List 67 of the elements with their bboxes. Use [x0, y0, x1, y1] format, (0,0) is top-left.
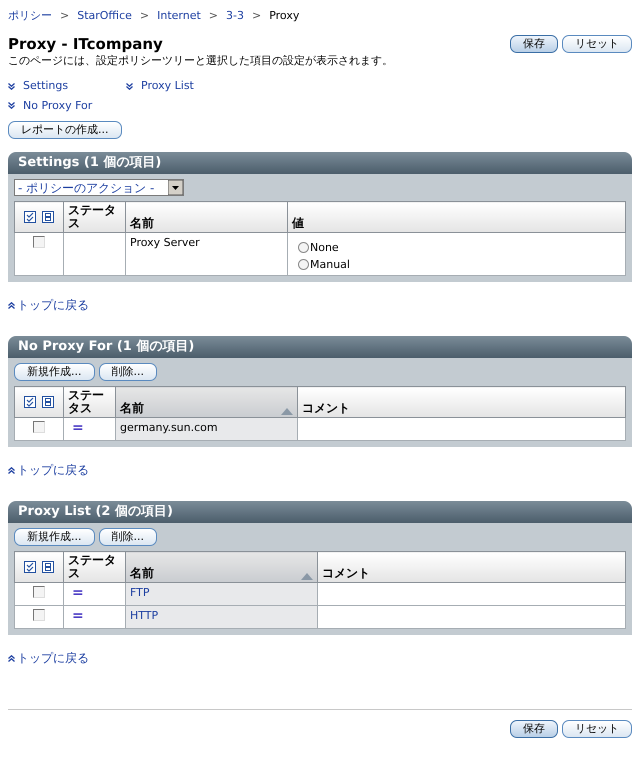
back-to-top-link[interactable]: トップに戻る — [17, 461, 89, 479]
deselect-all-icon[interactable] — [42, 561, 54, 573]
name-link[interactable]: FTP — [130, 586, 150, 599]
down-chevron-icon — [8, 82, 15, 90]
column-header[interactable]: 名前 — [120, 402, 144, 415]
breadcrumb-item: Proxy — [269, 8, 300, 24]
name-text: Proxy Server — [130, 236, 200, 249]
breadcrumb-item[interactable]: ポリシー — [8, 8, 52, 24]
select-all-icon[interactable] — [24, 561, 36, 573]
status-unchanged: = — [72, 585, 84, 601]
back-to-top-link[interactable]: トップに戻る — [17, 296, 89, 314]
action-button[interactable]: リセット — [562, 720, 632, 738]
action-button[interactable]: リセット — [562, 35, 632, 53]
section-header: Proxy List (2 個の項目) — [8, 501, 632, 523]
row-checkbox[interactable] — [33, 421, 45, 433]
action-button[interactable]: 削除... — [98, 528, 157, 546]
radio-label: Manual — [310, 257, 350, 273]
column-header: コメント — [302, 402, 350, 415]
save-button[interactable]: 保存 — [510, 720, 558, 738]
column-header: ステータス — [68, 554, 117, 580]
breadcrumb-separator: > — [140, 8, 150, 24]
breadcrumb-separator: > — [208, 8, 218, 24]
up-chevron-icon — [8, 466, 15, 474]
back-to-top-link[interactable]: トップに戻る — [17, 649, 89, 667]
jump-link[interactable]: Settings — [23, 78, 68, 94]
status-unchanged: = — [72, 420, 84, 436]
down-chevron-icon — [126, 82, 133, 90]
column-header: ステータス — [68, 389, 105, 415]
deselect-all-icon[interactable] — [42, 396, 54, 408]
action-dropdown[interactable]: - ポリシーのアクション - — [14, 179, 184, 196]
name-link[interactable]: HTTP — [130, 609, 158, 622]
select-all-icon[interactable] — [24, 396, 36, 408]
up-chevron-icon — [8, 302, 15, 308]
action-button[interactable]: 新規作成... — [14, 528, 94, 546]
breadcrumb-item[interactable]: Internet — [157, 8, 201, 24]
radio-button[interactable] — [298, 259, 309, 270]
section-header: No Proxy For (1 個の項目) — [8, 336, 632, 358]
breadcrumb-item[interactable]: 3-3 — [226, 8, 244, 24]
select-all-icon[interactable] — [24, 211, 36, 223]
down-chevron-icon — [8, 102, 15, 110]
status-unchanged: = — [72, 608, 84, 624]
column-header: コメント — [322, 567, 370, 580]
jump-link[interactable]: No Proxy For — [23, 98, 92, 114]
breadcrumb-separator: > — [252, 8, 262, 24]
action-button[interactable]: レポートの作成... — [8, 121, 122, 139]
name-text: germany.sun.com — [120, 421, 218, 434]
column-header: 名前 — [130, 217, 154, 230]
radio-button[interactable] — [298, 242, 309, 253]
section-header: Settings (1 個の項目) — [8, 152, 632, 174]
column-header[interactable]: 名前 — [130, 567, 154, 580]
radio-label: None — [310, 240, 339, 256]
action-button[interactable]: 削除... — [98, 363, 157, 381]
column-header: ステータス — [68, 204, 117, 230]
page-title: Proxy - ITcompany — [8, 35, 164, 53]
up-chevron-icon — [8, 654, 15, 662]
jump-link[interactable]: Proxy List — [141, 78, 194, 94]
row-checkbox[interactable] — [33, 236, 45, 248]
row-checkbox[interactable] — [33, 609, 45, 621]
row-checkbox[interactable] — [33, 586, 45, 598]
breadcrumb-item[interactable]: StarOffice — [77, 8, 132, 24]
save-button[interactable]: 保存 — [510, 35, 558, 53]
page-description: このページには、設定ポリシーツリーと選択した項目の設定が表示されます。 — [8, 53, 393, 68]
dropdown-arrow-icon — [168, 180, 184, 195]
deselect-all-icon[interactable] — [42, 211, 54, 223]
breadcrumb-separator: > — [60, 8, 70, 24]
action-button[interactable]: 新規作成... — [14, 363, 94, 381]
column-header: 値 — [292, 217, 304, 230]
